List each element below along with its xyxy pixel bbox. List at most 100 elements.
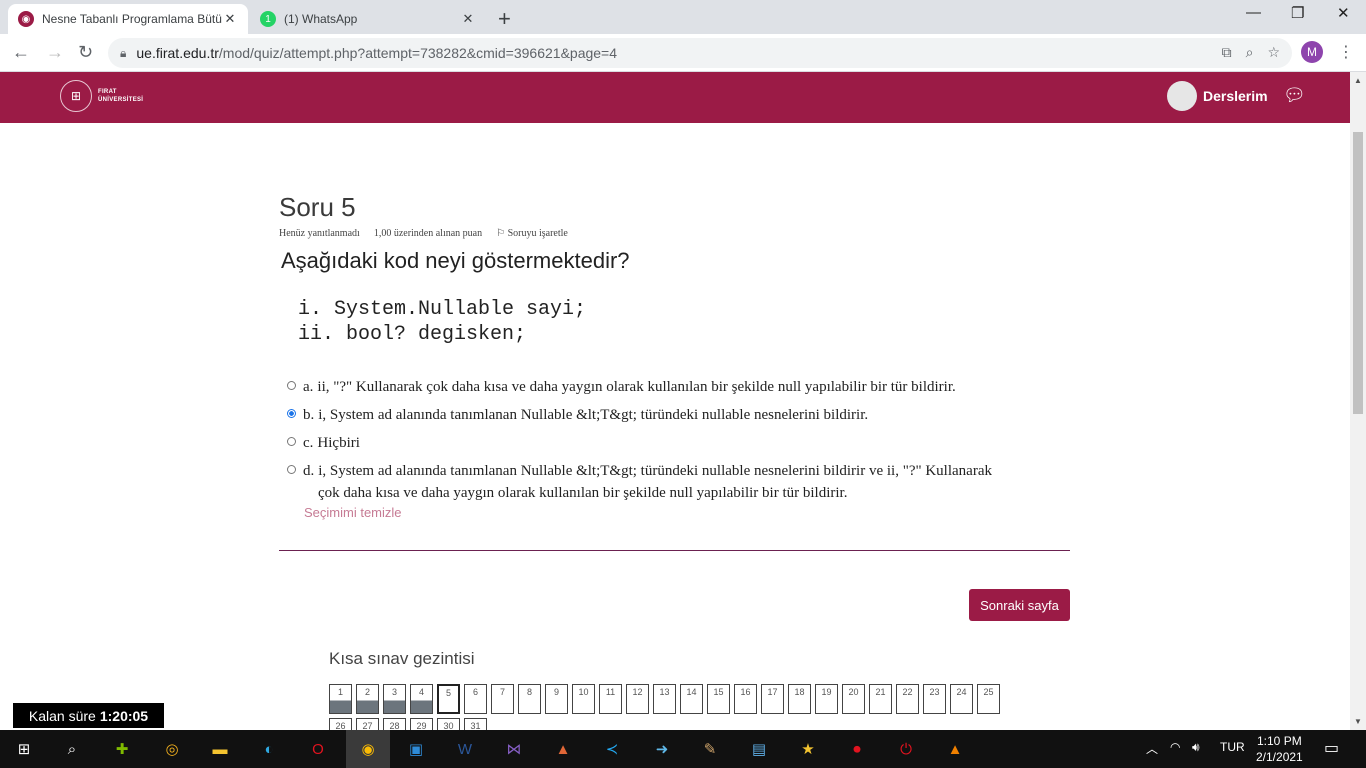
close-icon[interactable]: ✕ <box>460 11 476 27</box>
system-clock[interactable]: 1:10 PM 2/1/2021 <box>1256 733 1303 765</box>
search-icon[interactable]: ⌕ <box>60 737 84 761</box>
new-tab-button[interactable]: + <box>498 6 511 32</box>
quiz-nav-button[interactable]: 1 <box>329 684 352 714</box>
quiz-nav-button[interactable]: 11 <box>599 684 622 714</box>
quiz-nav-button[interactable]: 8 <box>518 684 541 714</box>
edge-icon[interactable]: ◐ <box>257 737 281 761</box>
quiz-nav-button[interactable]: 26 <box>329 718 352 730</box>
star-app-icon[interactable]: ★ <box>796 737 820 761</box>
maximize-button[interactable]: ❐ <box>1291 4 1304 22</box>
quiz-nav-button[interactable]: 12 <box>626 684 649 714</box>
close-icon[interactable]: ✕ <box>222 11 238 27</box>
record-icon[interactable]: ⏺ <box>845 737 869 761</box>
clock-time: 1:10 PM <box>1257 734 1302 748</box>
radio-button[interactable] <box>287 409 296 418</box>
quiz-nav-button[interactable]: 28 <box>383 718 406 730</box>
flag-question-link[interactable]: ⚐ Soruyu işaretle <box>496 228 568 239</box>
windows-taskbar: ⊞ ⌕ ✚ ◎ ▬ ◐ O ◉ ▣ W ⋈ ▲ ≺ ➜ ✎ ▤ ★ ⏺ ⏻ ▲ … <box>0 730 1366 768</box>
page-scrollbar[interactable]: ▲ ▼ <box>1350 72 1366 730</box>
matlab-icon[interactable]: ▲ <box>551 737 575 761</box>
tab-whatsapp[interactable]: 1 (1) WhatsApp ✕ <box>250 4 486 34</box>
chrome-icon[interactable]: ◉ <box>346 730 390 768</box>
user-menu[interactable]: Derslerim <box>1167 81 1268 111</box>
radio-button[interactable] <box>287 465 296 474</box>
word-icon[interactable]: W <box>453 737 477 761</box>
flag-icon: ⚐ <box>496 228 508 239</box>
quiz-nav-button[interactable]: 5 <box>437 684 460 714</box>
power-icon[interactable]: ⏻ <box>894 737 918 761</box>
quiz-nav-button[interactable]: 14 <box>680 684 703 714</box>
quiz-nav-button[interactable]: 17 <box>761 684 784 714</box>
quiz-nav-button[interactable]: 24 <box>950 684 973 714</box>
radio-button[interactable] <box>287 381 296 390</box>
eclipse-icon[interactable]: ◎ <box>160 737 184 761</box>
radio-button[interactable] <box>287 437 296 446</box>
chevron-up-icon[interactable]: ︿ <box>1146 740 1158 757</box>
window-close-button[interactable]: ✕ <box>1337 4 1350 22</box>
scroll-up-icon[interactable]: ▲ <box>1354 76 1362 85</box>
app-icon[interactable]: ✚ <box>110 737 134 761</box>
vscode-icon[interactable]: ≺ <box>600 737 624 761</box>
university-logo[interactable]: ⊞ FIRAT ÜNİVERSİTESİ <box>60 80 143 112</box>
browser-toolbar: ← → ↻ 🔒︎ ue.firat.edu.tr/mod/quiz/attemp… <box>0 34 1366 72</box>
answer-option-a[interactable]: a. ii, "?" Kullanarak çok daha kısa ve da… <box>287 376 1067 398</box>
message-bubble-icon[interactable]: 💬︎ <box>1283 85 1306 106</box>
quiz-nav-button[interactable]: 25 <box>977 684 1000 714</box>
quiz-nav-button[interactable]: 22 <box>896 684 919 714</box>
bookmark-star-icon[interactable]: ☆ <box>1267 44 1280 61</box>
quiz-nav-button[interactable]: 4 <box>410 684 433 714</box>
quiz-nav-button[interactable]: 31 <box>464 718 487 730</box>
windows-start-icon[interactable]: ⊞ <box>12 737 36 761</box>
quiz-nav-button[interactable]: 20 <box>842 684 865 714</box>
quiz-nav-button[interactable]: 15 <box>707 684 730 714</box>
quiz-nav-button[interactable]: 7 <box>491 684 514 714</box>
vlc-icon[interactable]: ▲ <box>943 737 967 761</box>
forward-arrow-icon[interactable]: → <box>46 42 64 63</box>
app-icon-2[interactable]: ➜ <box>650 737 674 761</box>
answer-text: i, System ad alanında tanımlanan Nullabl… <box>318 463 992 479</box>
volume-icon[interactable]: 🔊︎ <box>1192 740 1200 755</box>
translate-icon[interactable]: ⧉ <box>1222 44 1232 61</box>
opera-icon[interactable]: O <box>306 737 330 761</box>
quiz-nav-button[interactable]: 6 <box>464 684 487 714</box>
moodle-icon: ◉ <box>18 11 34 27</box>
quiz-nav-button[interactable]: 23 <box>923 684 946 714</box>
answer-option-c[interactable]: c. Hiçbiri <box>287 432 1067 454</box>
back-arrow-icon[interactable]: ← <box>12 42 30 63</box>
minimize-button[interactable]: — <box>1246 4 1261 21</box>
browser-menu-icon[interactable]: ⋮ <box>1338 42 1354 62</box>
quiz-nav-button[interactable]: 10 <box>572 684 595 714</box>
quiz-nav-button[interactable]: 21 <box>869 684 892 714</box>
quiz-nav-button[interactable]: 9 <box>545 684 568 714</box>
logo-line1: FIRAT <box>98 89 117 95</box>
clear-selection-link[interactable]: Seçimimi temizle <box>304 505 402 520</box>
wifi-icon[interactable]: ◠ <box>1170 740 1180 754</box>
visual-studio-icon[interactable]: ⋈ <box>502 737 526 761</box>
scrollbar-thumb[interactable] <box>1353 132 1363 414</box>
quiz-nav-button[interactable]: 3 <box>383 684 406 714</box>
zoom-icon[interactable]: ⌕ <box>1246 44 1254 61</box>
divider <box>279 550 1070 551</box>
quiz-nav-button[interactable]: 2 <box>356 684 379 714</box>
quiz-nav-button[interactable]: 13 <box>653 684 676 714</box>
file-explorer-icon[interactable]: ▬ <box>208 737 232 761</box>
quiz-nav-button[interactable]: 29 <box>410 718 433 730</box>
quiz-nav-button[interactable]: 18 <box>788 684 811 714</box>
tab-moodle[interactable]: ◉ Nesne Tabanlı Programlama Bütü ✕ <box>8 4 248 34</box>
reload-icon[interactable]: ↻ <box>78 42 93 63</box>
paint-icon[interactable]: ✎ <box>698 737 722 761</box>
answer-option-b[interactable]: b. i, System ad alanında tanımlanan Nulla… <box>287 404 1067 426</box>
app-icon-3[interactable]: ▤ <box>747 737 771 761</box>
quiz-nav-button[interactable]: 16 <box>734 684 757 714</box>
next-page-button[interactable]: Sonraki sayfa <box>969 589 1070 621</box>
answer-option-d[interactable]: d. i, System ad alanında tanımlanan Nulla… <box>287 460 1067 504</box>
photos-icon[interactable]: ▣ <box>404 737 428 761</box>
address-bar[interactable]: 🔒︎ ue.firat.edu.tr/mod/quiz/attempt.php?… <box>108 38 1292 68</box>
language-indicator[interactable]: TUR <box>1220 740 1245 754</box>
profile-avatar[interactable]: M <box>1301 41 1323 63</box>
quiz-nav-button[interactable]: 27 <box>356 718 379 730</box>
quiz-nav-button[interactable]: 30 <box>437 718 460 730</box>
scroll-down-icon[interactable]: ▼ <box>1354 717 1362 726</box>
quiz-nav-button[interactable]: 19 <box>815 684 838 714</box>
notification-icon[interactable]: ▭ <box>1324 738 1339 758</box>
